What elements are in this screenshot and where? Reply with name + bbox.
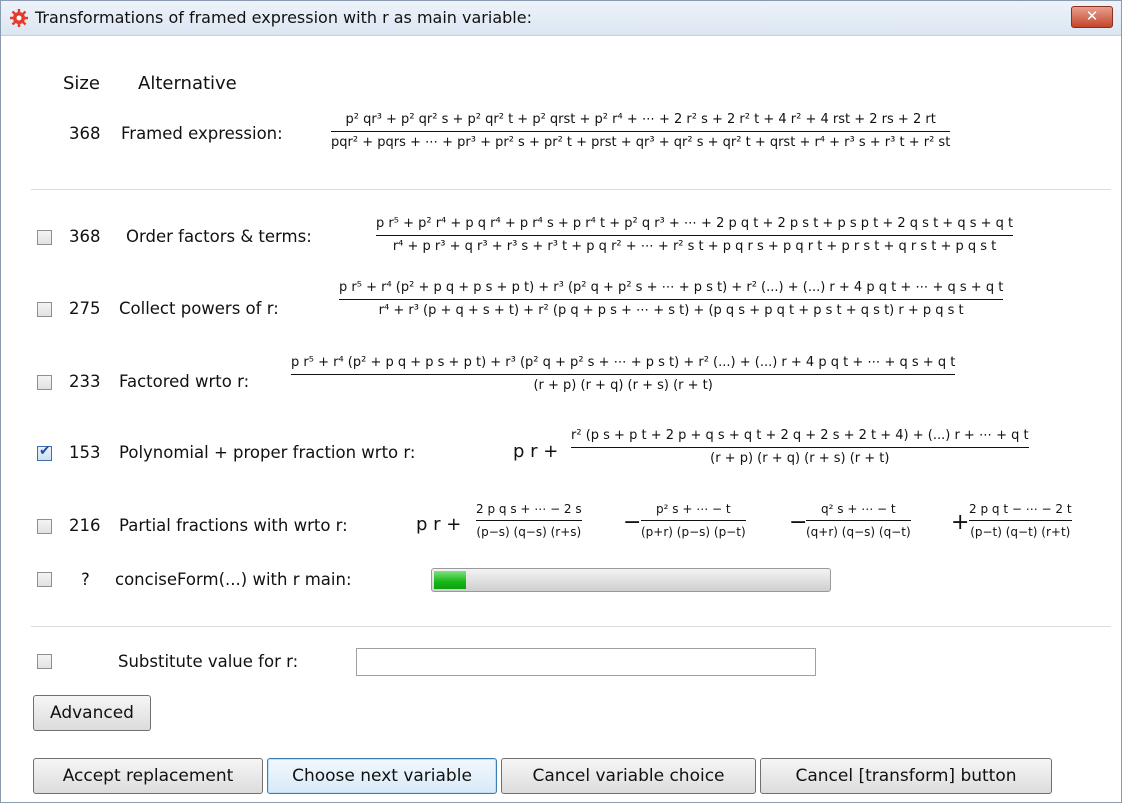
alt-size: 216 xyxy=(69,516,101,535)
substitute-value-input[interactable] xyxy=(356,648,816,676)
term-denominator: (q+r) (q−s) (q−t) xyxy=(806,525,911,539)
fraction-bar xyxy=(376,235,1014,236)
partial-term-1: 2 p q s + ⋯ − 2 s (p−s) (q−s) (r+s) xyxy=(476,500,582,541)
factored-denominator: (r + p) (r + q) (r + s) (r + t) xyxy=(533,378,713,393)
concise-checkbox[interactable] xyxy=(37,572,52,587)
framed-fraction: p² qr³ + p² qr² s + p² qr² t + p² qrst +… xyxy=(331,111,951,152)
divider xyxy=(31,626,1111,627)
term-numerator: 2 p q t − ⋯ − 2 t xyxy=(969,502,1072,516)
close-button[interactable]: ✕ xyxy=(1071,6,1113,28)
polynomial-prefix: p r + xyxy=(513,441,559,462)
fraction-bar xyxy=(806,520,911,521)
partial-checkbox[interactable] xyxy=(37,519,52,534)
accept-replacement-button[interactable]: Accept replacement xyxy=(33,758,263,794)
partial-term-3: q² s + ⋯ − t (q+r) (q−s) (q−t) xyxy=(806,500,911,541)
factored-fraction: p r⁵ + r⁴ (p² + p q + p s + p t) + r³ (p… xyxy=(291,354,956,395)
partial-prefix: p r + xyxy=(416,514,462,535)
alt-label: Factored wrto r: xyxy=(119,372,250,391)
term-numerator: p² s + ⋯ − t xyxy=(656,502,731,516)
factored-numerator: p r⁵ + r⁴ (p² + p q + p s + p t) + r³ (p… xyxy=(291,355,956,370)
alt-label: Order factors & terms: xyxy=(126,227,312,246)
cancel-variable-choice-button[interactable]: Cancel variable choice xyxy=(501,758,756,794)
order-denominator: r⁴ + p r³ + q r³ + r³ s + r³ t + p q r² … xyxy=(392,239,997,254)
gear-icon xyxy=(10,9,28,27)
alternative-row-order: 368 Order factors & terms: p r⁵ + p² r⁴ … xyxy=(1,213,1121,269)
divider xyxy=(31,189,1111,190)
fraction-bar xyxy=(476,520,582,521)
size-column-header: Size xyxy=(63,73,100,94)
alt-size: 153 xyxy=(69,443,101,462)
title-bar: Transformations of framed expression wit… xyxy=(1,1,1121,36)
alt-label: Polynomial + proper fraction wrto r: xyxy=(119,443,416,462)
polynomial-fraction: r² (p s + p t + 2 p + q s + q t + 2 q + … xyxy=(571,427,1029,468)
alternative-row-collect: 275 Collect powers of r: p r⁵ + r⁴ (p² +… xyxy=(1,273,1121,329)
transform-dialog: Transformations of framed expression wit… xyxy=(0,0,1122,803)
minus-operator: − xyxy=(789,510,808,535)
collect-checkbox[interactable] xyxy=(37,302,52,317)
minus-operator: − xyxy=(623,510,642,535)
partial-term-2: p² s + ⋯ − t (p+r) (p−s) (p−t) xyxy=(641,500,746,541)
substitute-label: Substitute value for r: xyxy=(118,652,299,671)
fraction-bar xyxy=(969,520,1072,521)
order-numerator: p r⁵ + p² r⁴ + p q r⁴ + p r⁴ s + p r⁴ t … xyxy=(376,216,1014,231)
framed-label: Framed expression: xyxy=(121,124,283,143)
alternative-row-factored: 233 Factored wrto r: p r⁵ + r⁴ (p² + p q… xyxy=(1,341,1121,401)
alt-label: conciseForm(...) with r main: xyxy=(115,570,352,589)
window-title: Transformations of framed expression wit… xyxy=(35,8,532,27)
term-denominator: (p+r) (p−s) (p−t) xyxy=(641,525,746,539)
polynomial-denominator: (r + p) (r + q) (r + s) (r + t) xyxy=(710,451,890,466)
alt-label: Collect powers of r: xyxy=(119,299,279,318)
advanced-button[interactable]: Advanced xyxy=(33,695,151,731)
alt-size: ? xyxy=(81,570,90,589)
alt-label: Partial fractions with wrto r: xyxy=(119,516,348,535)
choose-next-variable-button[interactable]: Choose next variable xyxy=(267,758,497,794)
alt-size: 233 xyxy=(69,372,101,391)
collect-denominator: r⁴ + r³ (p + q + s + t) + r² (p q + p s … xyxy=(378,303,964,318)
cancel-transform-button[interactable]: Cancel [transform] button xyxy=(760,758,1052,794)
alternative-row-polynomial: 153 Polynomial + proper fraction wrto r:… xyxy=(1,421,1121,481)
fraction-bar xyxy=(571,447,1029,448)
term-numerator: q² s + ⋯ − t xyxy=(821,502,896,516)
fraction-bar xyxy=(331,131,951,132)
partial-term-4: 2 p q t − ⋯ − 2 t (p−t) (q−t) (r+t) xyxy=(969,500,1072,541)
alternative-column-header: Alternative xyxy=(138,73,237,94)
collect-numerator: p r⁵ + r⁴ (p² + p q + p s + p t) + r³ (p… xyxy=(339,280,1004,295)
alt-size: 275 xyxy=(69,299,101,318)
plus-operator: + xyxy=(951,510,970,535)
framed-size: 368 xyxy=(69,124,101,143)
alternative-row-partial: 216 Partial fractions with wrto r: p r +… xyxy=(1,496,1121,556)
factored-checkbox[interactable] xyxy=(37,375,52,390)
term-denominator: (p−s) (q−s) (r+s) xyxy=(476,525,582,539)
framed-numerator: p² qr³ + p² qr² s + p² qr² t + p² qrst +… xyxy=(345,112,936,127)
polynomial-checkbox[interactable] xyxy=(37,443,52,461)
framed-expression-row: 368 Framed expression: p² qr³ + p² qr² s… xyxy=(1,106,1121,166)
order-checkbox[interactable] xyxy=(37,230,52,245)
term-numerator: 2 p q s + ⋯ − 2 s xyxy=(476,502,582,516)
substitute-checkbox[interactable] xyxy=(37,654,52,669)
polynomial-numerator: r² (p s + p t + 2 p + q s + q t + 2 q + … xyxy=(571,428,1029,443)
term-denominator: (p−t) (q−t) (r+t) xyxy=(970,525,1071,539)
fraction-bar xyxy=(291,374,956,375)
progress-fill xyxy=(434,571,466,589)
framed-denominator: pqr² + pqrs + ⋯ + pr³ + pr² s + pr² t + … xyxy=(331,135,951,150)
order-fraction: p r⁵ + p² r⁴ + p q r⁴ + p r⁴ s + p r⁴ t … xyxy=(376,215,1014,256)
concise-progress-bar xyxy=(431,568,831,592)
collect-fraction: p r⁵ + r⁴ (p² + p q + p s + p t) + r³ (p… xyxy=(339,279,1004,320)
fraction-bar xyxy=(641,520,746,521)
fraction-bar xyxy=(339,299,1004,300)
alt-size: 368 xyxy=(69,227,101,246)
